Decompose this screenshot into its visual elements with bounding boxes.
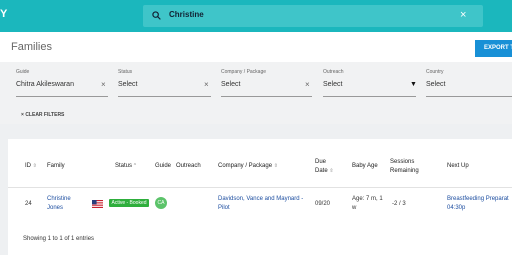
filter-country[interactable]: Country Select xyxy=(426,69,512,97)
clear-filters-button[interactable]: × CLEAR FILTERS xyxy=(21,112,64,118)
filter-label: Guide xyxy=(16,69,30,75)
export-button[interactable]: EXPORT TO xyxy=(475,40,512,57)
baby-age-value: Age: 7 m, 1w xyxy=(352,196,383,211)
filter-value[interactable]: Chitra Akileswaran xyxy=(16,81,74,88)
divider xyxy=(118,96,211,97)
divider xyxy=(426,96,512,97)
filter-status[interactable]: Status Select × xyxy=(118,69,211,97)
clear-icon[interactable]: × xyxy=(204,80,209,89)
top-bar: Y Christine × xyxy=(0,0,512,32)
pagination-info: Showing 1 to 1 of 1 entries xyxy=(23,236,95,242)
column-header-status[interactable]: Status ^ xyxy=(115,162,136,171)
column-header-baby-age[interactable]: Baby Age xyxy=(352,162,378,171)
status-badge: Active - Booked xyxy=(109,199,149,207)
column-header-company-package[interactable]: Company / Package ⇳ xyxy=(218,162,278,171)
column-header-outreach[interactable]: Outreach xyxy=(176,162,201,171)
filter-label: Status xyxy=(118,69,133,75)
search-input[interactable]: Christine xyxy=(169,10,204,19)
sort-icon[interactable]: ⇳ xyxy=(274,163,278,169)
filter-guide[interactable]: Guide Chitra Akileswaran × xyxy=(16,69,108,97)
clear-icon[interactable]: × xyxy=(305,80,310,89)
clear-filters-label: CLEAR FILTERS xyxy=(25,112,65,118)
filter-outreach[interactable]: Outreach Select ▼ xyxy=(323,69,417,97)
column-header-family[interactable]: Family xyxy=(47,162,65,171)
divider xyxy=(16,96,108,97)
sort-icon[interactable]: ⇳ xyxy=(329,168,333,174)
app-logo[interactable]: Y xyxy=(0,8,7,20)
clear-icon[interactable]: × xyxy=(101,80,106,89)
filter-company-package[interactable]: Company / Package Select × xyxy=(221,69,312,97)
guide-avatar[interactable]: CA xyxy=(155,197,167,209)
column-header-id[interactable]: ID ⇳ xyxy=(25,162,37,171)
family-link[interactable]: Christine Jones xyxy=(47,195,71,213)
column-header-due-date[interactable]: Due Date ⇳ xyxy=(315,158,334,176)
filter-label: Outreach xyxy=(323,69,344,75)
divider xyxy=(323,96,416,97)
row-id: 24 xyxy=(25,201,32,207)
column-header-next-up[interactable]: Next Up xyxy=(447,162,469,171)
filter-value[interactable]: Select xyxy=(221,81,240,88)
filter-label: Company / Package xyxy=(221,69,267,75)
filter-label: Country xyxy=(426,69,444,75)
due-date-value: 09/20 xyxy=(315,201,331,207)
filters-panel: Guide Chitra Akileswaran × Status Select… xyxy=(0,62,512,124)
sort-asc-icon[interactable]: ^ xyxy=(134,163,136,169)
company-package-link[interactable]: Davidson, Vance and Maynard - Pilot xyxy=(218,195,303,213)
divider xyxy=(221,96,312,97)
column-header-guide[interactable]: Guide xyxy=(155,162,171,171)
divider xyxy=(8,187,512,188)
families-table: ID ⇳ Family Status ^ Guide Outreach Comp… xyxy=(8,139,512,255)
us-flag-icon xyxy=(92,200,103,208)
filter-value[interactable]: Select xyxy=(323,81,342,88)
close-icon[interactable]: × xyxy=(460,8,466,22)
search-box[interactable]: Christine × xyxy=(143,5,483,27)
page-title: Families xyxy=(11,41,52,53)
sort-icon[interactable]: ⇳ xyxy=(33,163,37,169)
filter-value[interactable]: Select xyxy=(118,81,137,88)
column-header-sessions-remaining[interactable]: Sessions Remaining xyxy=(390,158,419,176)
sessions-remaining-value: -2 / 3 xyxy=(392,201,406,207)
page-header: Families EXPORT TO xyxy=(0,32,512,62)
caret-down-icon[interactable]: ▼ xyxy=(410,81,417,88)
filter-value[interactable]: Select xyxy=(426,81,445,88)
search-icon xyxy=(152,11,161,20)
next-up-link[interactable]: Breastfeeding Preparat 04:30p xyxy=(447,195,509,213)
